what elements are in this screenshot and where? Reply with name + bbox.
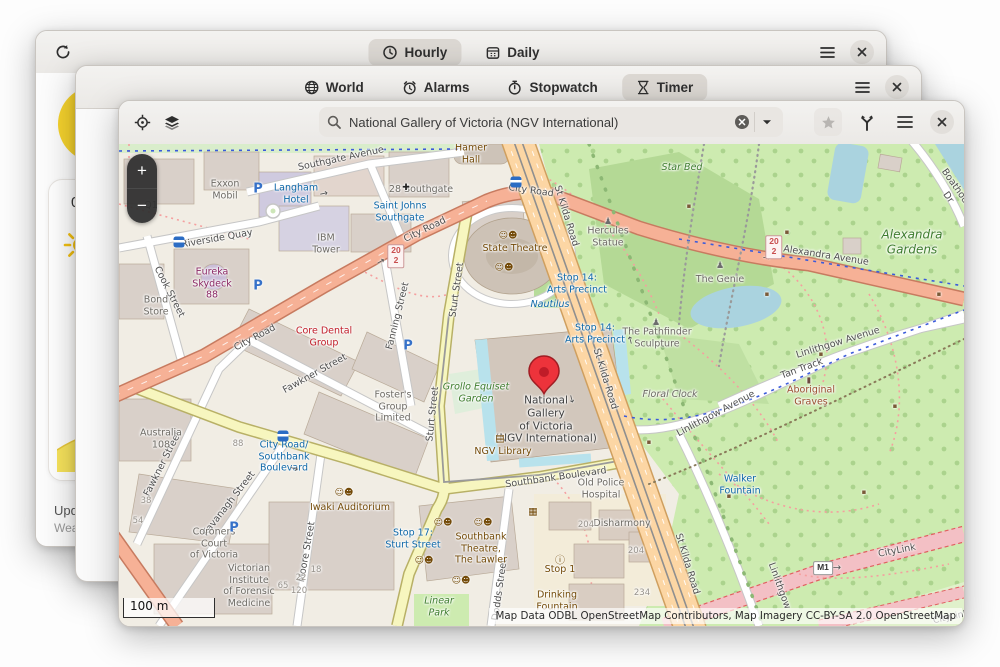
globe-icon <box>304 80 319 95</box>
close-icon <box>892 82 902 92</box>
map-canvas <box>119 144 964 626</box>
tab-hourly-label: Hourly <box>404 45 447 60</box>
stopwatch-icon <box>507 80 522 95</box>
maps-headerbar <box>119 101 964 145</box>
tab-alarms[interactable]: Alarms <box>388 74 484 101</box>
alarm-icon <box>402 80 417 95</box>
tab-hourly[interactable]: Hourly <box>368 39 461 66</box>
route-button[interactable] <box>854 107 880 137</box>
zoom-in-button[interactable]: + <box>127 154 157 188</box>
route-icon <box>859 114 875 131</box>
clocks-menu-button[interactable] <box>847 72 877 102</box>
hamburger-icon <box>897 115 913 129</box>
calendar-icon <box>485 45 500 60</box>
goto-location-button[interactable] <box>127 108 157 138</box>
close-icon <box>857 47 867 57</box>
tab-alarms-label: Alarms <box>424 80 470 95</box>
hamburger-icon <box>820 46 835 59</box>
entry-divider <box>754 112 755 132</box>
tab-timer[interactable]: Timer <box>622 74 708 101</box>
clock-icon <box>382 45 397 60</box>
tab-world-label: World <box>326 80 364 95</box>
hourglass-icon <box>636 80 650 95</box>
tab-world[interactable]: World <box>290 74 378 101</box>
search-dropdown-caret-icon[interactable] <box>759 114 775 130</box>
layers-icon <box>164 115 180 130</box>
zoom-out-button[interactable]: − <box>127 189 157 223</box>
layers-button[interactable] <box>157 108 187 138</box>
tab-stopwatch-label: Stopwatch <box>529 80 597 95</box>
tab-stopwatch[interactable]: Stopwatch <box>493 74 611 101</box>
tab-daily[interactable]: Daily <box>471 39 553 66</box>
map-view[interactable]: Southgate AvenueCity RoadCity RoadCity R… <box>119 144 964 626</box>
crosshair-icon <box>134 114 151 131</box>
close-icon <box>937 117 947 127</box>
refresh-button[interactable] <box>48 37 78 67</box>
search-entry[interactable] <box>319 107 783 137</box>
map-attribution: Map Data ODBL OpenStreetMap Contributors… <box>489 608 962 624</box>
star-icon <box>821 115 836 130</box>
maps-menu-button[interactable] <box>892 107 918 137</box>
weather-menu-button[interactable] <box>812 37 842 67</box>
scale-bar: 100 m <box>123 598 215 618</box>
search-input[interactable] <box>347 114 734 131</box>
tab-daily-label: Daily <box>507 45 539 60</box>
zoom-control: + − <box>127 154 157 223</box>
maps-window: Southgate AvenueCity RoadCity RoadCity R… <box>118 100 965 627</box>
weather-close-button[interactable] <box>850 40 874 64</box>
refresh-icon <box>55 44 71 60</box>
clear-search-icon[interactable] <box>734 114 750 130</box>
maps-close-button[interactable] <box>930 110 954 134</box>
tab-timer-label: Timer <box>657 80 694 95</box>
hamburger-icon <box>855 81 870 94</box>
favorites-button[interactable] <box>814 108 842 136</box>
search-icon <box>327 115 341 129</box>
clocks-close-button[interactable] <box>885 75 909 99</box>
